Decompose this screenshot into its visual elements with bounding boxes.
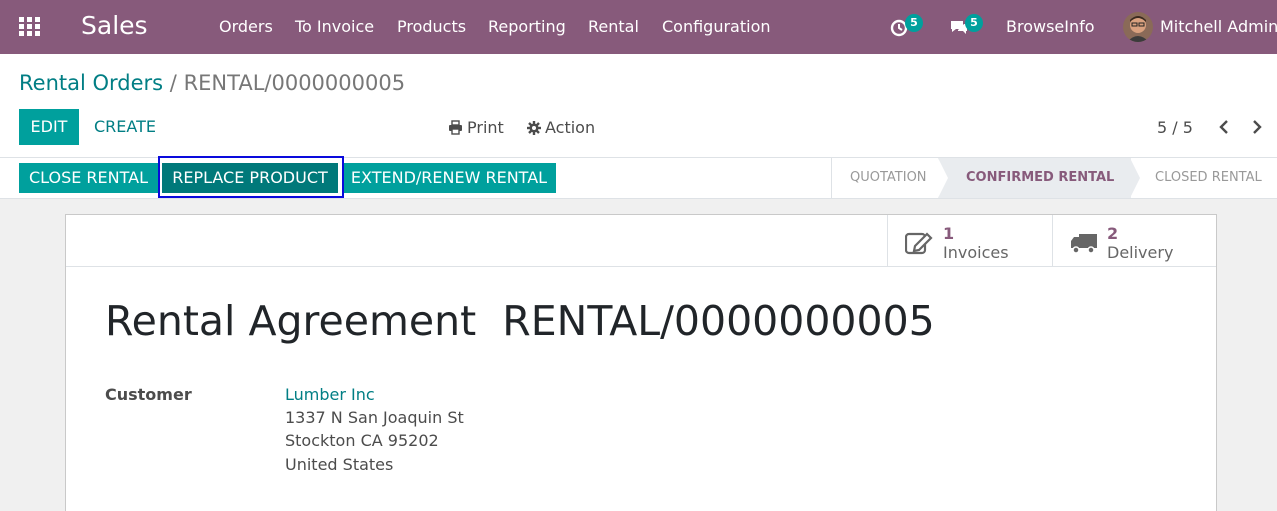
address-street: 1337 N San Joaquin St <box>285 408 464 427</box>
pager-value[interactable]: 5 / 5 <box>1157 118 1193 137</box>
menu-configuration[interactable]: Configuration <box>662 17 771 36</box>
menu-to-invoice[interactable]: To Invoice <box>295 17 374 36</box>
extend-renew-rental-button[interactable]: EXTEND/RENEW RENTAL <box>342 163 556 193</box>
invoices-count: 1 <box>943 224 955 243</box>
gear-icon <box>527 121 541 135</box>
user-menu[interactable]: Mitchell Admin <box>1160 17 1277 36</box>
menu-orders[interactable]: Orders <box>219 17 273 36</box>
stage-closed-rental[interactable]: CLOSED RENTAL <box>1155 158 1262 198</box>
breadcrumb-separator: / <box>169 71 177 95</box>
stage-arrow-icon <box>1130 158 1140 198</box>
print-icon <box>449 120 462 135</box>
stage-arrow-icon <box>938 158 948 198</box>
truck-icon <box>1071 234 1097 254</box>
breadcrumb-parent-link[interactable]: Rental Orders <box>19 71 163 95</box>
customer-link[interactable]: Lumber Inc <box>285 385 375 404</box>
edit-icon <box>905 232 933 255</box>
app-name[interactable]: Sales <box>81 11 148 40</box>
close-rental-button[interactable]: CLOSE RENTAL <box>19 163 158 193</box>
menu-rental[interactable]: Rental <box>588 17 639 36</box>
activity-count-badge: 5 <box>905 14 923 32</box>
avatar[interactable] <box>1123 12 1153 42</box>
breadcrumb-current: RENTAL/0000000005 <box>183 71 406 95</box>
company-switcher[interactable]: BrowseInfo <box>1006 17 1095 36</box>
address-country: United States <box>285 455 394 474</box>
breadcrumb: Rental Orders / RENTAL/0000000005 <box>19 71 405 95</box>
apps-menu-icon[interactable] <box>19 17 41 37</box>
action-label: Action <box>545 118 596 137</box>
smart-button-box: 1 Invoices 2 Delivery <box>66 215 1216 267</box>
title-prefix: Rental Agreement <box>105 297 477 345</box>
delivery-smart-button[interactable]: 2 Delivery <box>1052 215 1216 267</box>
stage-quotation[interactable]: QUOTATION <box>850 158 927 198</box>
menu-reporting[interactable]: Reporting <box>488 17 566 36</box>
focus-highlight <box>158 156 344 198</box>
menu-products[interactable]: Products <box>397 17 466 36</box>
stage-confirmed-rental[interactable]: CONFIRMED RENTAL <box>966 158 1114 198</box>
invoices-smart-button[interactable]: 1 Invoices <box>887 215 1052 267</box>
action-dropdown[interactable]: Action <box>527 118 595 137</box>
page-title: Rental Agreement RENTAL/0000000005 <box>105 297 935 345</box>
top-navbar: Sales Orders To Invoice Products Reporti… <box>0 0 1277 54</box>
print-dropdown[interactable]: Print <box>448 118 504 137</box>
chevron-left-icon[interactable] <box>1216 118 1232 136</box>
delivery-count: 2 <box>1107 224 1119 243</box>
title-number: RENTAL/0000000005 <box>502 297 935 345</box>
edit-button[interactable]: EDIT <box>19 109 79 145</box>
delivery-label: Delivery <box>1107 243 1174 262</box>
form-sheet: 1 Invoices 2 Delivery Rental Agreement R… <box>65 214 1217 511</box>
chevron-right-icon[interactable] <box>1249 118 1265 136</box>
message-count-badge: 5 <box>965 14 983 32</box>
invoices-label: Invoices <box>943 243 1009 262</box>
control-panel: Rental Orders / RENTAL/0000000005 EDIT C… <box>0 54 1277 158</box>
create-button[interactable]: CREATE <box>85 109 165 145</box>
stage-pipeline: QUOTATION CONFIRMED RENTAL CLOSED RENTAL <box>831 158 1262 198</box>
address-city: Stockton CA 95202 <box>285 431 439 450</box>
customer-label: Customer <box>105 385 192 404</box>
print-label: Print <box>467 118 504 137</box>
